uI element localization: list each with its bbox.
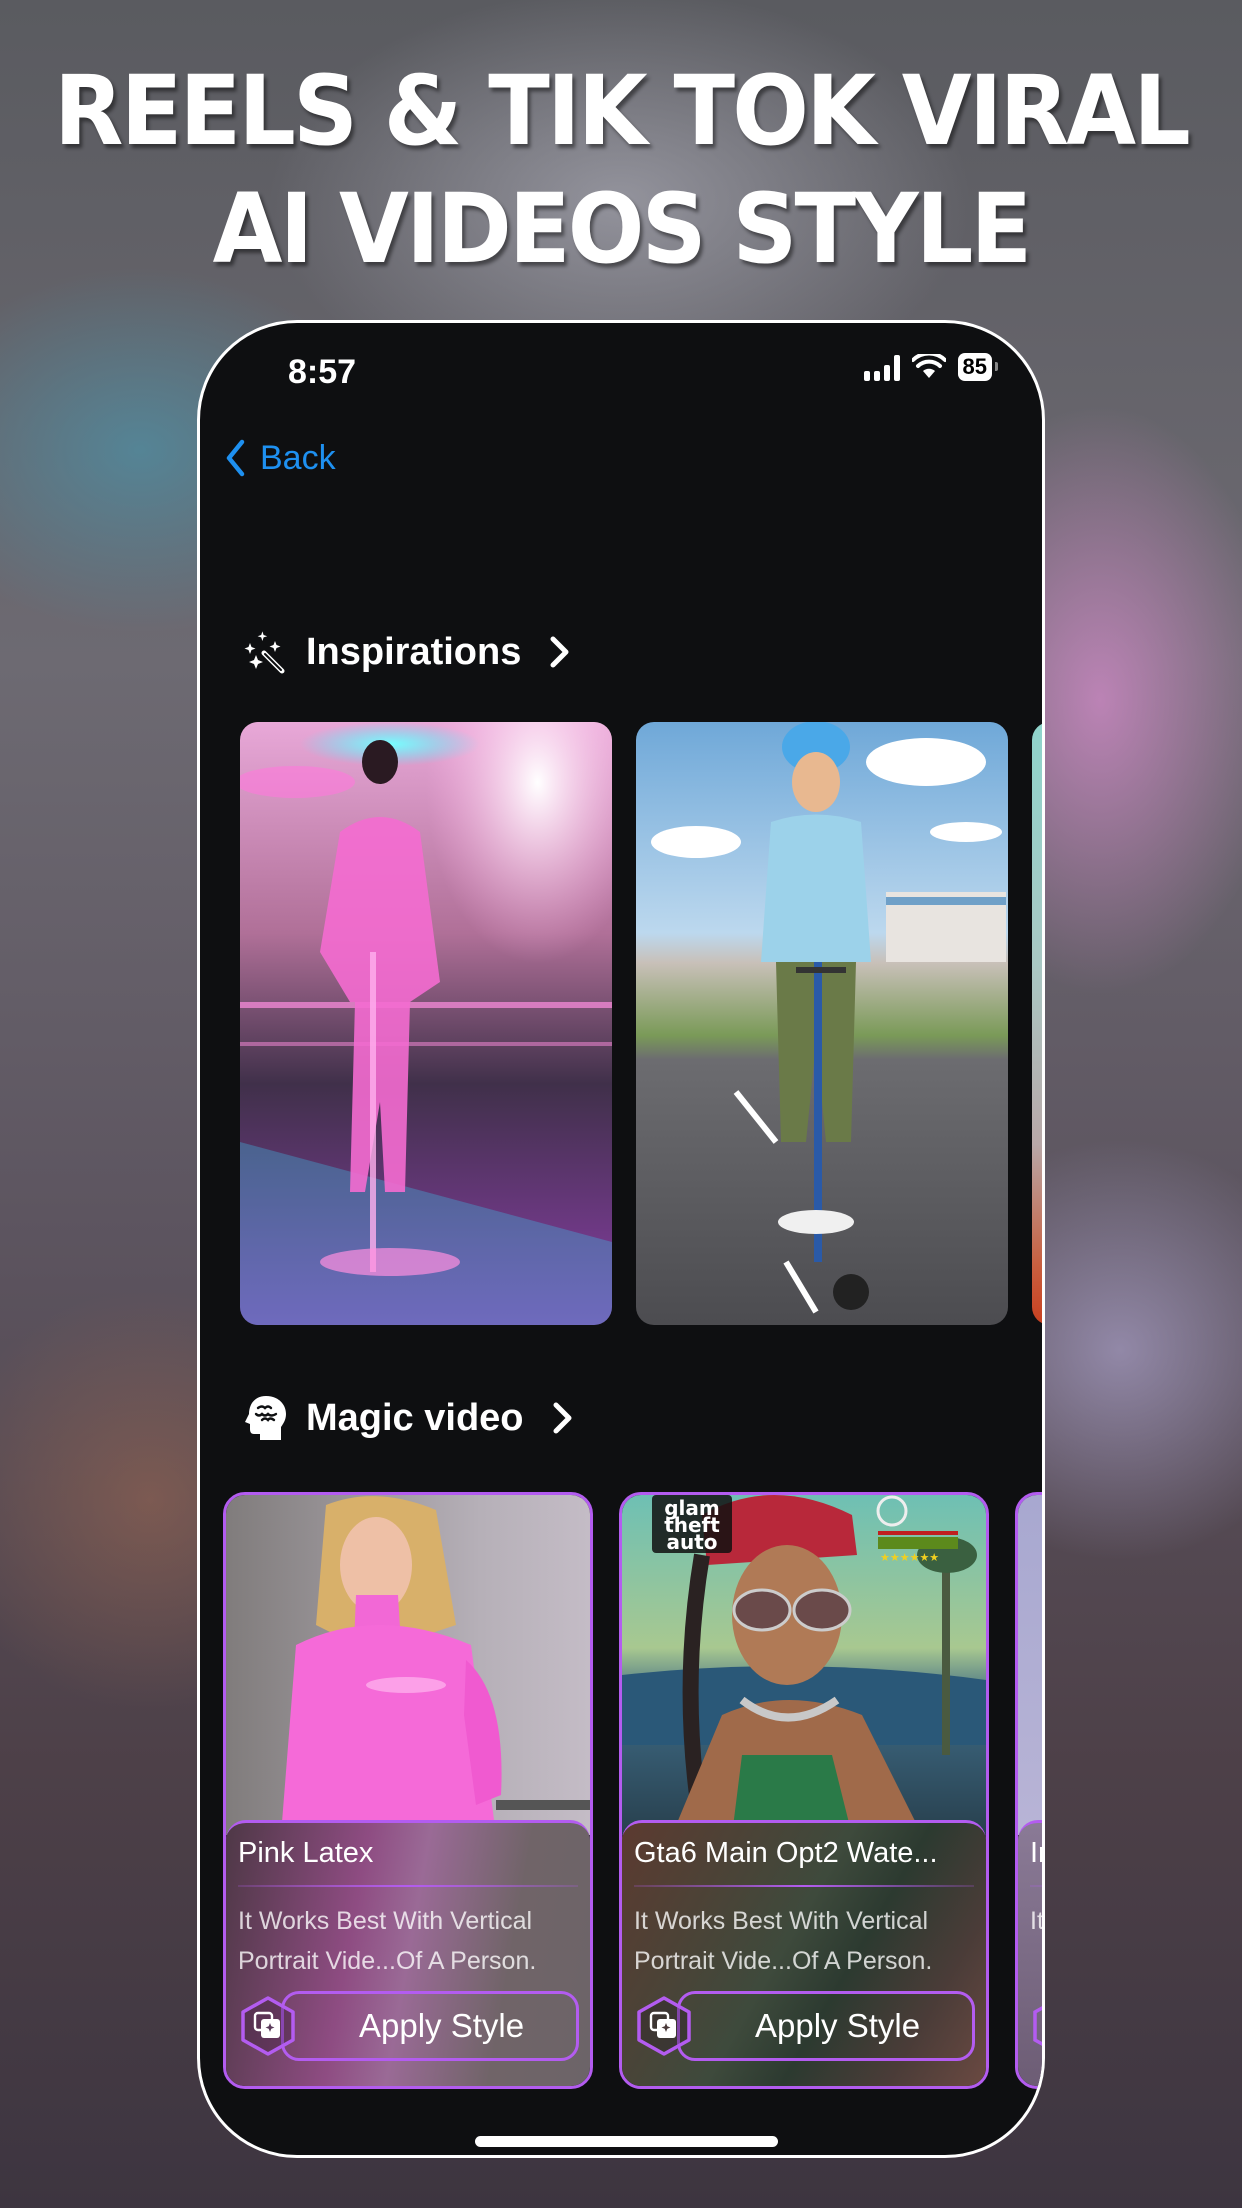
style-image-pink-latex xyxy=(226,1495,590,1835)
divider xyxy=(1030,1885,1042,1887)
divider xyxy=(634,1885,974,1887)
magic-card-info: In It... P... xyxy=(1018,1820,1044,2086)
style-title: Gta6 Main Opt2 Wate... xyxy=(634,1837,938,1869)
inspirations-carousel[interactable] xyxy=(240,722,1042,1325)
status-icons: 85 xyxy=(863,353,999,381)
battery-icon: 85 xyxy=(957,353,999,381)
headline-line-1: REELS & TIK TOK VIRAL xyxy=(54,55,1191,167)
wifi-icon xyxy=(911,354,946,378)
back-button[interactable]: Back xyxy=(224,438,336,478)
apply-style-button[interactable] xyxy=(1031,1991,1042,2063)
inspirations-header[interactable]: Inspirations xyxy=(242,629,573,675)
signal-icon xyxy=(863,353,900,381)
style-title: Pink Latex xyxy=(238,1837,374,1869)
inspiration-image-neon-scooter xyxy=(240,722,612,1325)
hexagon-badge xyxy=(637,1996,691,2056)
hexagon-badge xyxy=(241,1996,295,2056)
apply-style-button[interactable]: Apply Style xyxy=(635,1991,975,2063)
style-description: It Works Best With Vertical Portrait Vid… xyxy=(634,1907,933,1975)
divider xyxy=(238,1885,578,1887)
promo-headline: REELS & TIK TOK VIRAL AI VIDEOS STYLE xyxy=(37,52,1204,288)
inspirations-title: Inspirations xyxy=(306,630,522,673)
style-image-gta: glam theft auto ★★★★★★ xyxy=(622,1495,986,1835)
inspiration-card[interactable] xyxy=(636,722,1008,1325)
inspiration-card[interactable] xyxy=(240,722,612,1325)
svg-text:auto: auto xyxy=(666,1530,717,1554)
style-description: It Works Best With Vertical Portrait Vid… xyxy=(238,1907,537,1975)
apply-style-label: Apply Style xyxy=(359,2007,525,2044)
magic-video-title: Magic video xyxy=(306,1396,524,1439)
home-indicator[interactable] xyxy=(475,2136,778,2147)
magic-video-card-partial[interactable]: In It... P... xyxy=(1015,1492,1044,2089)
inspiration-image-partial xyxy=(1032,722,1042,1325)
magic-video-card[interactable]: glam theft auto ★★★★★★ Gta6 Main Opt2 Wa… xyxy=(619,1492,989,2089)
chevron-right-icon xyxy=(550,636,569,668)
headline-line-2: AI VIDEOS STYLE xyxy=(212,173,1032,285)
inspiration-image-cartoon-scooter xyxy=(636,722,1008,1325)
magic-wand-sparkles-icon xyxy=(244,631,285,674)
svg-text:★★★★★★: ★★★★★★ xyxy=(880,1551,939,1564)
brain-head-icon xyxy=(245,1396,286,1440)
apply-style-button[interactable]: Apply Style xyxy=(239,1991,579,2063)
apply-style-label: Apply Style xyxy=(755,2007,921,2044)
style-title: In xyxy=(1030,1837,1042,1869)
magic-video-card[interactable]: Pink Latex It Works Best With Vertical P… xyxy=(223,1492,593,2089)
magic-card-info: Pink Latex It Works Best With Vertical P… xyxy=(226,1820,590,2086)
phone-screen: 8:57 85 Back Inspirations Magic video Pi… xyxy=(197,320,1045,2158)
back-label: Back xyxy=(260,438,336,477)
inspiration-card-partial[interactable] xyxy=(1032,722,1042,1325)
chevron-right-icon xyxy=(553,1402,571,1434)
magic-video-carousel[interactable]: Pink Latex It Works Best With Vertical P… xyxy=(223,1492,1044,2089)
hexagon-badge xyxy=(1033,2006,1042,2046)
style-image-partial xyxy=(1018,1495,1042,1835)
chevron-left-icon xyxy=(226,439,245,477)
status-time: 8:57 xyxy=(288,353,357,391)
style-description: It... P... xyxy=(1030,1907,1044,1935)
magic-video-header[interactable]: Magic video xyxy=(242,1394,576,1442)
magic-card-info: Gta6 Main Opt2 Wate... It Works Best Wit… xyxy=(622,1820,986,2086)
